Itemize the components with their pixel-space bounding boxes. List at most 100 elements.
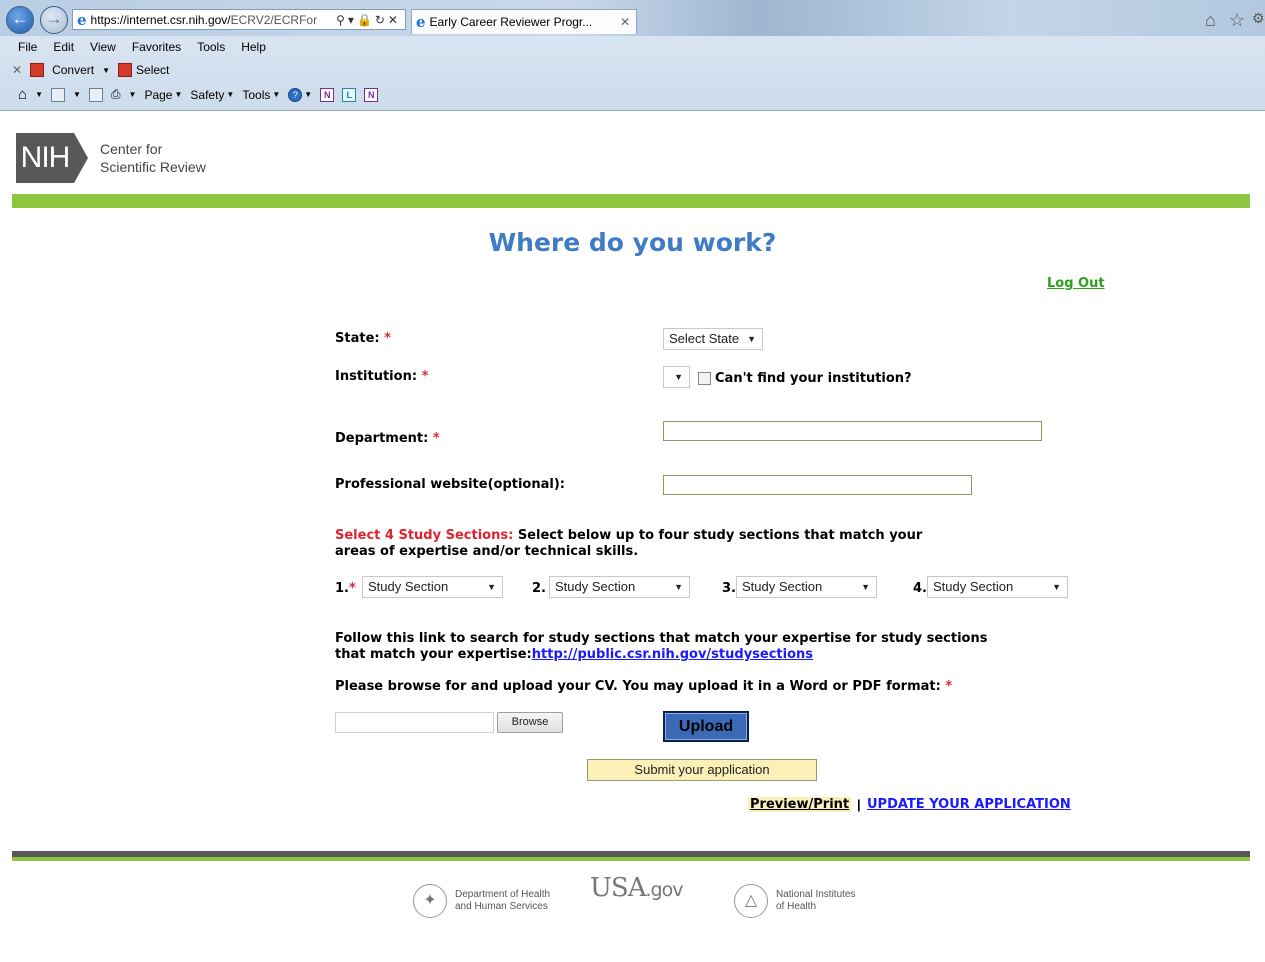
chevron-down-icon: ▼ [1052, 582, 1061, 592]
institution-select[interactable]: ▼ [663, 366, 690, 388]
browser-tab[interactable]: e Early Career Reviewer Progr... ✕ [411, 9, 637, 34]
website-input[interactable] [663, 475, 972, 495]
state-select[interactable]: Select State ▼ [663, 328, 763, 350]
nih-seal-icon: △ [734, 884, 768, 918]
page-dropdown-icon[interactable]: ▼ [174, 90, 182, 99]
menu-bar: File Edit View Favorites Tools Help [18, 40, 282, 54]
study-sections-link-text: Follow this link to search for study sec… [335, 631, 988, 662]
org-name-line1: Center for [100, 141, 163, 157]
hhs-name: Department of Health and Human Services [455, 889, 551, 912]
cv-file-input[interactable] [335, 712, 494, 733]
close-toolbar-icon[interactable]: ✕ [12, 63, 22, 77]
address-url: https://internet.csr.nih.gov/ECRV2/ECRFo… [90, 12, 318, 27]
address-bar[interactable]: e https://internet.csr.nih.gov/ECRV2/ECR… [72, 9, 406, 30]
tab-close-icon[interactable]: ✕ [620, 15, 630, 29]
header-green-bar [12, 194, 1250, 208]
nih-footer-logo[interactable]: △ National Institutes of Health [734, 884, 856, 918]
menu-view[interactable]: View [90, 40, 116, 54]
menu-file[interactable]: File [18, 40, 37, 54]
menu-favorites[interactable]: Favorites [132, 40, 181, 54]
browser-chrome: ← → e https://internet.csr.nih.gov/ECRV2… [0, 0, 1265, 111]
help-icon[interactable]: ? [288, 87, 303, 102]
command-bar: ✕ Convert ▼ Select [12, 63, 169, 77]
nih-csr-logo[interactable]: NIH Center for Scientific Review [16, 133, 206, 183]
logout-link[interactable]: Log Out [1047, 276, 1105, 291]
usagov-logo[interactable]: USA.gov [590, 873, 683, 903]
department-input[interactable] [663, 421, 1042, 441]
upload-button[interactable]: Upload [663, 711, 749, 742]
study-section-2-number: 2. [532, 581, 546, 596]
menu-edit[interactable]: Edit [53, 40, 74, 54]
study-sections-instructions: Select 4 Study Sections: Select below up… [335, 528, 923, 559]
cant-find-label: Can't find your institution? [715, 371, 912, 386]
browse-button[interactable]: Browse [497, 712, 563, 733]
favorites-bar: ⌂ ▼ ▼ ⎙ ▼ Page ▼ Safety ▼ Tools ▼ ? ▼ N … [18, 86, 379, 103]
home-toolbar-icon[interactable]: ⌂ [18, 86, 27, 103]
forward-button[interactable]: → [40, 6, 68, 34]
settings-gear-icon[interactable]: ⚙ [1252, 10, 1265, 27]
study-section-1-select[interactable]: Study Section ▼ [362, 576, 503, 598]
department-label: Department: * [335, 431, 440, 446]
link-separator: | [857, 797, 861, 812]
page-menu[interactable]: Page [144, 88, 172, 102]
study-sections-link[interactable]: http://public.csr.nih.gov/studysections [532, 647, 813, 662]
institution-label: Institution: * [335, 369, 429, 384]
hhs-eagle-icon: ✦ [413, 884, 447, 918]
org-name-line2: Scientific Review [100, 159, 206, 175]
home-dropdown-icon[interactable]: ▼ [35, 90, 43, 99]
home-icon[interactable]: ⌂ [1205, 10, 1216, 31]
page-title: Where do you work? [488, 228, 777, 257]
print-dropdown-icon[interactable]: ▼ [129, 90, 137, 99]
chevron-down-icon: ▼ [487, 582, 496, 592]
safety-menu[interactable]: Safety [190, 88, 224, 102]
study-section-4-select[interactable]: Study Section ▼ [927, 576, 1068, 598]
select-pdf-icon [118, 63, 133, 77]
safety-dropdown-icon[interactable]: ▼ [226, 90, 234, 99]
study-section-1-number: 1.* [335, 581, 356, 596]
menu-tools[interactable]: Tools [197, 40, 225, 54]
cv-instructions: Please browse for and upload your CV. Yo… [335, 679, 953, 694]
onenote-send-icon[interactable]: N [364, 87, 379, 102]
nih-logo-box: NIH [16, 133, 74, 183]
print-icon[interactable]: ⎙ [111, 87, 121, 102]
mail-icon[interactable] [88, 87, 103, 102]
nih-footer-name: National Institutes of Health [776, 889, 856, 912]
feeds-icon[interactable] [50, 87, 65, 102]
hhs-logo[interactable]: ✦ Department of Health and Human Service… [413, 884, 550, 918]
tools-dropdown-icon[interactable]: ▼ [272, 90, 280, 99]
footer-green-bar [12, 857, 1250, 861]
study-section-2-select[interactable]: Study Section ▼ [549, 576, 690, 598]
study-section-3-select[interactable]: Study Section ▼ [736, 576, 877, 598]
onenote-icon[interactable]: N [320, 87, 335, 102]
cant-find-checkbox[interactable] [698, 372, 711, 385]
study-section-4-number: 4. [913, 581, 927, 596]
state-label: State: * [335, 331, 391, 346]
tools-menu[interactable]: Tools [242, 88, 270, 102]
nih-logo-chevron [74, 133, 88, 183]
chevron-down-icon: ▼ [747, 334, 756, 344]
back-button[interactable]: ← [6, 6, 34, 34]
menu-help[interactable]: Help [241, 40, 266, 54]
select-button[interactable]: Select [136, 63, 169, 77]
help-dropdown-icon[interactable]: ▼ [304, 90, 312, 99]
chevron-down-icon: ▼ [674, 582, 683, 592]
tab-title: Early Career Reviewer Progr... [429, 15, 593, 29]
convert-dropdown-icon[interactable]: ▼ [102, 66, 110, 75]
usagov-wordmark: USA.gov [590, 873, 683, 903]
ie-page-icon: e [77, 10, 87, 29]
submit-application-button[interactable]: Submit your application [587, 759, 817, 781]
org-name: Center for Scientific Review [100, 140, 206, 176]
convert-button[interactable]: Convert [52, 63, 94, 77]
website-label: Professional website(optional): [335, 477, 565, 492]
chevron-down-icon: ▼ [674, 372, 683, 382]
favorites-star-icon[interactable]: ☆ [1229, 10, 1245, 31]
address-tools-icons[interactable]: ⚲▾🔒↻✕ [336, 13, 405, 27]
tab-ie-icon: e [416, 13, 426, 31]
convert-pdf-icon [30, 63, 45, 77]
update-application-link[interactable]: UPDATE YOUR APPLICATION [867, 797, 1071, 812]
feeds-dropdown-icon[interactable]: ▼ [73, 90, 81, 99]
chevron-down-icon: ▼ [861, 582, 870, 592]
preview-print-link[interactable]: Preview/Print [748, 797, 852, 812]
lync-icon[interactable]: L [342, 87, 357, 102]
study-section-3-number: 3. [722, 581, 736, 596]
